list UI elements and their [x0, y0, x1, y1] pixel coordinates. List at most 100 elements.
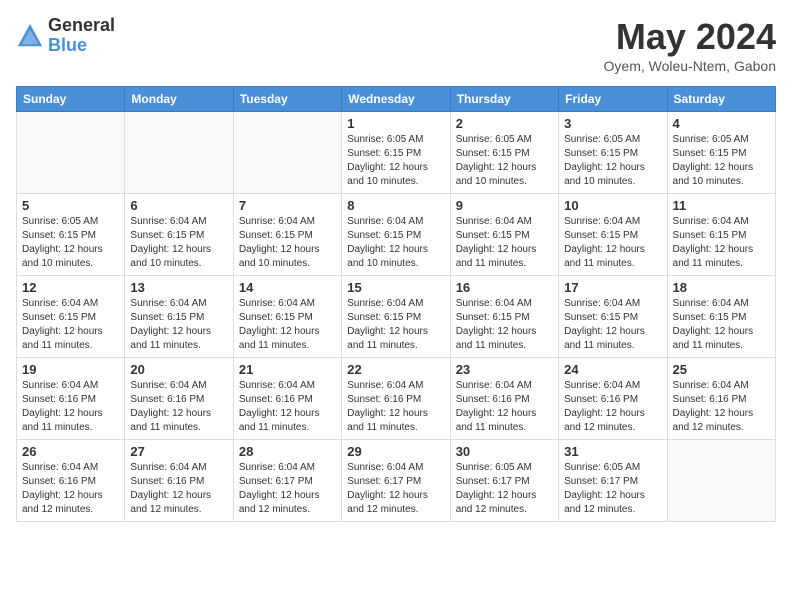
- day-number: 16: [456, 280, 553, 295]
- day-header-sunday: Sunday: [17, 87, 125, 112]
- title-block: May 2024 Oyem, Woleu-Ntem, Gabon: [604, 16, 776, 74]
- calendar-cell: 28 Sunrise: 6:04 AM Sunset: 6:17 PM Dayli…: [233, 440, 341, 522]
- calendar-cell: 26 Sunrise: 6:04 AM Sunset: 6:16 PM Dayli…: [17, 440, 125, 522]
- day-info: Sunrise: 6:04 AM Sunset: 6:16 PM Dayligh…: [564, 379, 661, 435]
- day-info: Sunrise: 6:04 AM Sunset: 6:16 PM Dayligh…: [673, 379, 770, 435]
- calendar-cell: 31Sunrise: 6:05 AM Sunset: 6:17 PM Dayli…: [559, 440, 667, 522]
- page-header: General Blue May 2024 Oyem, Woleu-Ntem, …: [16, 16, 776, 74]
- day-info: Sunrise: 6:04 AM Sunset: 6:15 PM Dayligh…: [239, 297, 336, 353]
- day-number: 27: [130, 444, 227, 459]
- calendar-cell: 30 Sunrise: 6:05 AM Sunset: 6:17 PM Dayli…: [450, 440, 558, 522]
- calendar-cell: 14 Sunrise: 6:04 AM Sunset: 6:15 PM Dayli…: [233, 276, 341, 358]
- calendar-cell: 10 Sunrise: 6:04 AM Sunset: 6:15 PM Dayli…: [559, 194, 667, 276]
- calendar-cell: 2 Sunrise: 6:05 AM Sunset: 6:15 PM Daylig…: [450, 112, 558, 194]
- day-number: 14: [239, 280, 336, 295]
- calendar-cell: 16Sunrise: 6:04 AM Sunset: 6:15 PM Dayli…: [450, 276, 558, 358]
- day-info: Sunrise: 6:04 AM Sunset: 6:15 PM Dayligh…: [564, 215, 661, 271]
- calendar-cell: 18 Sunrise: 6:04 AM Sunset: 6:15 PM Dayli…: [667, 276, 775, 358]
- day-info: Sunrise: 6:04 AM Sunset: 6:16 PM Dayligh…: [22, 461, 119, 517]
- day-info: Sunrise: 6:04 AM Sunset: 6:16 PM Dayligh…: [347, 379, 444, 435]
- day-number: 17: [564, 280, 661, 295]
- day-number: 18: [673, 280, 770, 295]
- day-info: Sunrise: 6:04 AM Sunset: 6:17 PM Dayligh…: [239, 461, 336, 517]
- day-number: 22: [347, 362, 444, 377]
- calendar-cell: 22 Sunrise: 6:04 AM Sunset: 6:16 PM Dayli…: [342, 358, 450, 440]
- day-number: 19: [22, 362, 119, 377]
- day-number: 24: [564, 362, 661, 377]
- day-info: Sunrise: 6:04 AM Sunset: 6:16 PM Dayligh…: [456, 379, 553, 435]
- day-info: Sunrise: 6:04 AM Sunset: 6:15 PM Dayligh…: [564, 297, 661, 353]
- day-number: 12: [22, 280, 119, 295]
- logo: General Blue: [16, 16, 115, 56]
- calendar-cell: 4Sunrise: 6:05 AM Sunset: 6:15 PM Daylig…: [667, 112, 775, 194]
- day-info: Sunrise: 6:04 AM Sunset: 6:17 PM Dayligh…: [347, 461, 444, 517]
- day-number: 2: [456, 116, 553, 131]
- calendar-cell: 8 Sunrise: 6:04 AM Sunset: 6:15 PM Daylig…: [342, 194, 450, 276]
- day-number: 28: [239, 444, 336, 459]
- day-header-friday: Friday: [559, 87, 667, 112]
- day-info: Sunrise: 6:05 AM Sunset: 6:15 PM Dayligh…: [22, 215, 119, 271]
- day-info: Sunrise: 6:04 AM Sunset: 6:16 PM Dayligh…: [130, 461, 227, 517]
- calendar-week-row: 26 Sunrise: 6:04 AM Sunset: 6:16 PM Dayli…: [17, 440, 776, 522]
- calendar-cell: 5 Sunrise: 6:05 AM Sunset: 6:15 PM Daylig…: [17, 194, 125, 276]
- calendar-cell: 3 Sunrise: 6:05 AM Sunset: 6:15 PM Daylig…: [559, 112, 667, 194]
- logo-text: General Blue: [48, 16, 115, 56]
- calendar-cell: [125, 112, 233, 194]
- day-number: 10: [564, 198, 661, 213]
- day-info: Sunrise: 6:05 AM Sunset: 6:15 PM Dayligh…: [456, 133, 553, 189]
- calendar-cell: 13Sunrise: 6:04 AM Sunset: 6:15 PM Dayli…: [125, 276, 233, 358]
- calendar-week-row: 12 Sunrise: 6:04 AM Sunset: 6:15 PM Dayli…: [17, 276, 776, 358]
- day-info: Sunrise: 6:05 AM Sunset: 6:15 PM Dayligh…: [347, 133, 444, 189]
- day-info: Sunrise: 6:04 AM Sunset: 6:15 PM Dayligh…: [673, 297, 770, 353]
- day-info: Sunrise: 6:04 AM Sunset: 6:15 PM Dayligh…: [347, 215, 444, 271]
- calendar-cell: 6 Sunrise: 6:04 AM Sunset: 6:15 PM Daylig…: [125, 194, 233, 276]
- day-number: 21: [239, 362, 336, 377]
- day-number: 30: [456, 444, 553, 459]
- day-header-thursday: Thursday: [450, 87, 558, 112]
- day-number: 6: [130, 198, 227, 213]
- day-number: 8: [347, 198, 444, 213]
- calendar-week-row: 5 Sunrise: 6:05 AM Sunset: 6:15 PM Daylig…: [17, 194, 776, 276]
- day-info: Sunrise: 6:05 AM Sunset: 6:17 PM Dayligh…: [456, 461, 553, 517]
- calendar-cell: 29 Sunrise: 6:04 AM Sunset: 6:17 PM Dayli…: [342, 440, 450, 522]
- day-info: Sunrise: 6:04 AM Sunset: 6:15 PM Dayligh…: [347, 297, 444, 353]
- day-info: Sunrise: 6:05 AM Sunset: 6:15 PM Dayligh…: [564, 133, 661, 189]
- calendar-cell: 17 Sunrise: 6:04 AM Sunset: 6:15 PM Dayli…: [559, 276, 667, 358]
- day-number: 3: [564, 116, 661, 131]
- calendar-cell: [667, 440, 775, 522]
- day-number: 5: [22, 198, 119, 213]
- day-header-wednesday: Wednesday: [342, 87, 450, 112]
- calendar-cell: 23 Sunrise: 6:04 AM Sunset: 6:16 PM Dayli…: [450, 358, 558, 440]
- calendar-cell: 15 Sunrise: 6:04 AM Sunset: 6:15 PM Dayli…: [342, 276, 450, 358]
- day-number: 15: [347, 280, 444, 295]
- calendar-cell: 9 Sunrise: 6:04 AM Sunset: 6:15 PM Daylig…: [450, 194, 558, 276]
- day-number: 9: [456, 198, 553, 213]
- calendar-table: SundayMondayTuesdayWednesdayThursdayFrid…: [16, 86, 776, 522]
- calendar-header-row: SundayMondayTuesdayWednesdayThursdayFrid…: [17, 87, 776, 112]
- calendar-cell: 20 Sunrise: 6:04 AM Sunset: 6:16 PM Dayli…: [125, 358, 233, 440]
- calendar-week-row: 19 Sunrise: 6:04 AM Sunset: 6:16 PM Dayli…: [17, 358, 776, 440]
- day-header-saturday: Saturday: [667, 87, 775, 112]
- calendar-cell: [233, 112, 341, 194]
- day-number: 23: [456, 362, 553, 377]
- day-info: Sunrise: 6:04 AM Sunset: 6:15 PM Dayligh…: [22, 297, 119, 353]
- calendar-cell: 21Sunrise: 6:04 AM Sunset: 6:16 PM Dayli…: [233, 358, 341, 440]
- day-info: Sunrise: 6:04 AM Sunset: 6:15 PM Dayligh…: [239, 215, 336, 271]
- day-number: 29: [347, 444, 444, 459]
- location-subtitle: Oyem, Woleu-Ntem, Gabon: [604, 58, 776, 74]
- day-info: Sunrise: 6:04 AM Sunset: 6:16 PM Dayligh…: [130, 379, 227, 435]
- day-number: 1: [347, 116, 444, 131]
- calendar-cell: 19Sunrise: 6:04 AM Sunset: 6:16 PM Dayli…: [17, 358, 125, 440]
- day-info: Sunrise: 6:04 AM Sunset: 6:15 PM Dayligh…: [130, 215, 227, 271]
- logo-icon: [16, 22, 44, 50]
- month-title: May 2024: [604, 16, 776, 58]
- calendar-cell: 1 Sunrise: 6:05 AM Sunset: 6:15 PM Daylig…: [342, 112, 450, 194]
- day-header-monday: Monday: [125, 87, 233, 112]
- day-number: 26: [22, 444, 119, 459]
- calendar-cell: 27 Sunrise: 6:04 AM Sunset: 6:16 PM Dayli…: [125, 440, 233, 522]
- day-number: 31: [564, 444, 661, 459]
- calendar-cell: 24 Sunrise: 6:04 AM Sunset: 6:16 PM Dayli…: [559, 358, 667, 440]
- day-number: 20: [130, 362, 227, 377]
- day-info: Sunrise: 6:04 AM Sunset: 6:15 PM Dayligh…: [456, 215, 553, 271]
- calendar-week-row: 1 Sunrise: 6:05 AM Sunset: 6:15 PM Daylig…: [17, 112, 776, 194]
